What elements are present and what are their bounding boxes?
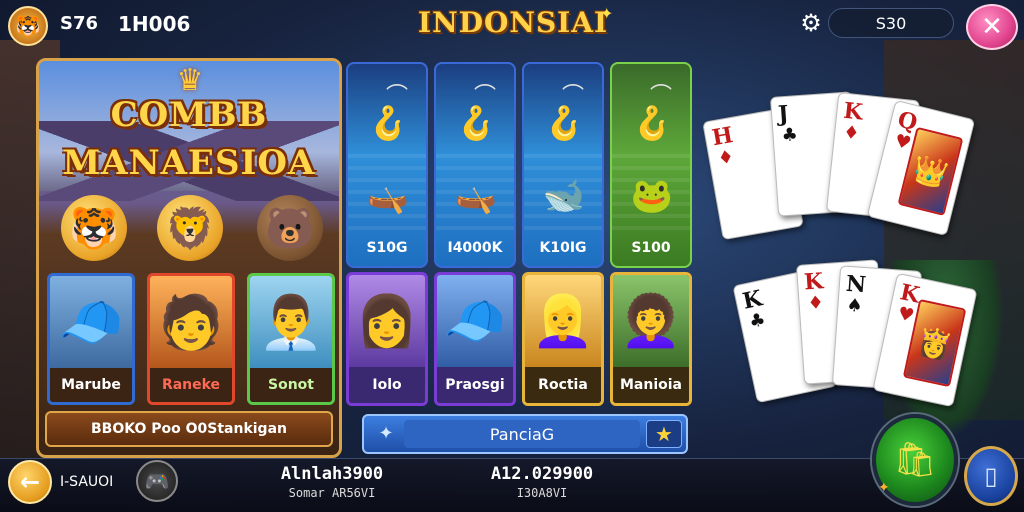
fishing-card-value: K10IG <box>539 240 587 256</box>
player-name: Praosgi <box>437 367 513 403</box>
lure-icon: 🪝 <box>632 104 672 142</box>
player-avatar: 👨‍💼 <box>250 276 332 368</box>
stat-subtitle: Somar AR56VI <box>288 486 376 500</box>
tiger-emblem-icon[interactable]: 🐯 <box>8 6 48 46</box>
player-card[interactable]: 👩‍🦱 Manioia <box>610 272 692 406</box>
bear-mascot-icon: 🐻 <box>257 195 323 261</box>
player-card[interactable]: 🧢 Praosgi <box>434 272 516 406</box>
game-logo-line1: COMBB <box>110 95 268 135</box>
card-suit: ♣ <box>780 124 799 147</box>
boat-icon: 🛶 <box>454 176 498 216</box>
card-suit: ♦ <box>842 121 861 145</box>
game-logo-line2: MANAESIOA <box>62 143 316 183</box>
sparkle-icon: ✦ <box>878 480 890 496</box>
search-input[interactable]: PanciaG <box>404 420 640 448</box>
player-name: Raneke <box>150 368 232 402</box>
player-name: Sonot <box>250 368 332 402</box>
fishing-card-value: I4000K <box>447 240 503 256</box>
crown-icon: ♛ <box>176 63 204 98</box>
fishing-game-card[interactable]: ⌒ 🪝 🛶 I4000K <box>434 62 516 268</box>
lure-icon: 🪝 <box>368 104 408 142</box>
player-avatar: 👩‍🦱 <box>613 275 689 367</box>
player-card[interactable]: 🧑 Raneke <box>147 273 235 405</box>
panel-banner-button[interactable]: BBOKO Poo O0Stankigan <box>45 411 333 447</box>
sparkle-icon: ✦ <box>600 4 614 23</box>
player-level: S76 <box>60 13 99 34</box>
fishing-game-card[interactable]: ⌒ 🪝 🐋 K10IG <box>522 62 604 268</box>
player-name: Manioia <box>613 367 689 403</box>
card-suit: ♣ <box>747 308 768 333</box>
tiger-mascot-icon: 🐯 <box>61 195 127 261</box>
lure-icon: 🪝 <box>544 104 584 142</box>
lion-mascot-icon: 🦁 <box>157 195 223 261</box>
fishing-card-value: S100 <box>631 240 671 256</box>
game-title: INDONSIAI <box>418 6 609 39</box>
bottom-label: I-SAUOI <box>60 474 114 490</box>
gear-icon[interactable]: ⚙ <box>796 8 826 38</box>
coin-balance: 1H006 <box>118 12 191 36</box>
fishing-game-card[interactable]: ⌒ 🪝 🛶 S10G <box>346 62 428 268</box>
player-card[interactable]: 👨‍💼 Sonot <box>247 273 335 405</box>
player-card[interactable]: 🧢 Marube <box>47 273 135 405</box>
star-icon[interactable]: ★ <box>646 420 682 448</box>
player-card[interactable]: 👩 Iolo <box>346 272 428 406</box>
frog-icon: 🐸 <box>630 176 674 216</box>
sparkle-icon[interactable]: ✦ <box>374 422 398 446</box>
card-suit: ♠ <box>845 294 864 317</box>
player-avatar: 🧢 <box>50 276 132 368</box>
lure-icon: 🪝 <box>456 104 496 142</box>
top-bar: 🐯 S76 1H006 INDONSIAI ✦ ⚙ S30 ✕ <box>0 0 1024 50</box>
player-name: Iolo <box>349 367 425 403</box>
back-arrow-icon[interactable]: ← <box>8 460 52 504</box>
stat-value: A12.029900 <box>490 464 594 484</box>
card-rank: J <box>777 100 790 128</box>
player-name: Marube <box>50 368 132 402</box>
search-bar[interactable]: ✦ PanciaG ★ <box>362 414 688 454</box>
currency-pill-value: S30 <box>875 13 907 33</box>
boat-icon: 🛶 <box>366 176 410 216</box>
close-icon[interactable]: ✕ <box>966 4 1018 50</box>
phone-menu-icon[interactable]: ▯ <box>964 446 1018 506</box>
fishing-card-value: S10G <box>366 240 408 256</box>
card-suit: ♥ <box>895 303 916 327</box>
profile-avatar[interactable]: 🎮 <box>136 460 178 502</box>
player-card[interactable]: 👱‍♀️ Roctia <box>522 272 604 406</box>
player-avatar: 🧢 <box>437 275 513 367</box>
fishing-game-card[interactable]: ⌒ 🪝 🐸 S100 <box>610 62 692 268</box>
card-suit: ♦ <box>716 146 736 170</box>
stat-value: Alnlah3900 <box>280 464 384 484</box>
player-avatar: 👩 <box>349 275 425 367</box>
player-avatar: 🧑 <box>150 276 232 368</box>
stat-subtitle: I30A8VI <box>516 486 568 500</box>
player-avatar: 👱‍♀️ <box>525 275 601 367</box>
player-name: Roctia <box>525 367 601 403</box>
card-suit: ♦ <box>806 292 825 315</box>
currency-pill[interactable]: S30 <box>828 8 954 38</box>
submarine-icon: 🐋 <box>542 176 586 216</box>
featured-game-panel[interactable]: ♛ COMBB MANAESIOA 🐯 🦁 🐻 🧢 Marube 🧑 Ranek… <box>36 58 342 458</box>
